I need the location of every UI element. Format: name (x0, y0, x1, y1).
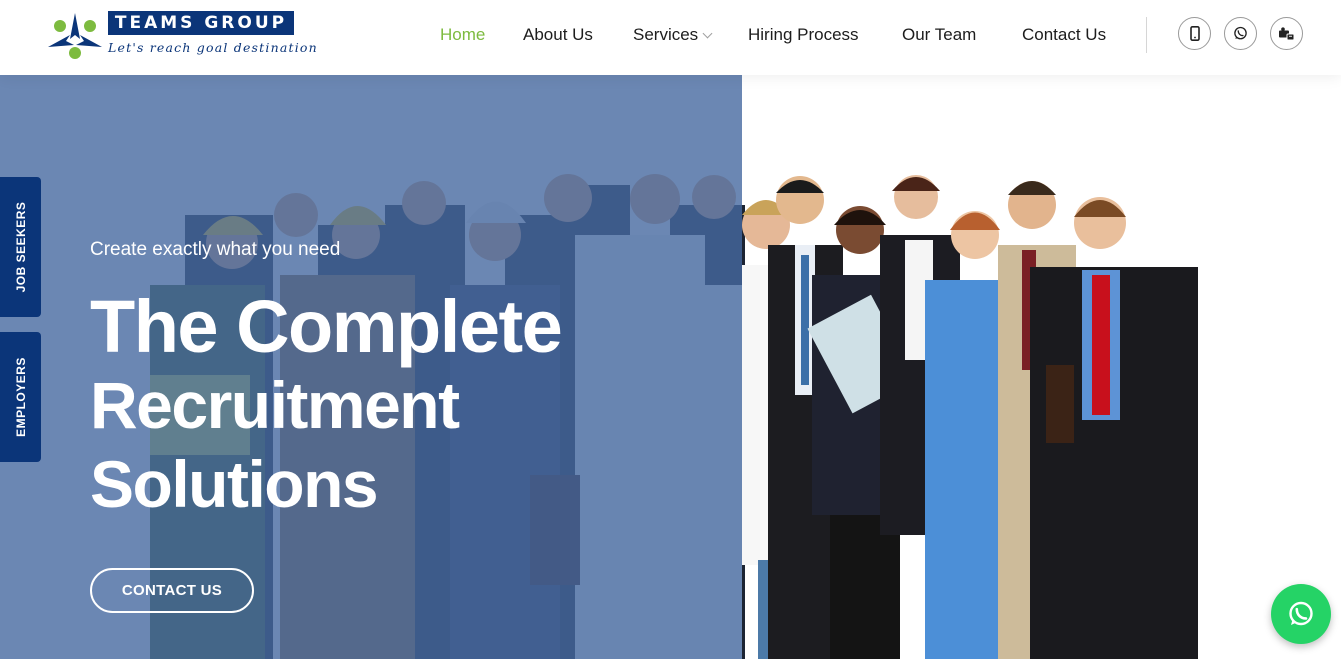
site-header: TEAMS GROUP Let's reach goal destination… (0, 0, 1341, 75)
phone-icon (1189, 26, 1200, 41)
logo[interactable]: TEAMS GROUP Let's reach goal destination (44, 9, 317, 61)
hero-title-line-3: Solutions (90, 447, 379, 521)
nav-divider (1146, 17, 1147, 53)
nav-about-us[interactable]: About Us (523, 25, 593, 45)
nav-services[interactable]: Services (633, 25, 713, 45)
hero-subtitle: Create exactly what you need (90, 239, 341, 260)
nav-contact-us[interactable]: Contact Us (1022, 25, 1106, 45)
whatsapp-icon (1289, 601, 1313, 626)
whatsapp-button[interactable] (1224, 17, 1257, 50)
whatsapp-float-button[interactable] (1271, 584, 1331, 644)
logo-name: TEAMS GROUP (114, 13, 288, 33)
logo-wordmark: TEAMS GROUP (108, 11, 294, 35)
job-seekers-tab-label: JOB SEEKERS (13, 201, 28, 293)
job-seekers-tab[interactable]: JOB SEEKERS (0, 177, 41, 317)
employers-tab-label: EMPLOYERS (13, 357, 28, 437)
hero-title: The Complete Recruitment Solutions (90, 287, 650, 524)
hiring-icon (1279, 26, 1295, 40)
nav-home[interactable]: Home (440, 25, 485, 45)
hero-title-line-2: Recruitment (90, 368, 460, 442)
hero-title-line-1: The Complete (90, 285, 563, 368)
nav-services-label: Services (633, 25, 699, 44)
contact-us-button[interactable]: CONTACT US (90, 568, 254, 613)
whatsapp-icon (1234, 26, 1247, 40)
chevron-down-icon (702, 28, 713, 39)
nav-our-team[interactable]: Our Team (902, 25, 976, 45)
nav-hiring-process[interactable]: Hiring Process (748, 25, 859, 45)
logo-tagline: Let's reach goal destination (108, 40, 318, 55)
employers-tab[interactable]: EMPLOYERS (0, 332, 41, 462)
hiring-button[interactable] (1270, 17, 1303, 50)
hero-section: JOB SEEKERS EMPLOYERS Create exactly wha… (0, 75, 1341, 659)
phone-button[interactable] (1178, 17, 1211, 50)
logo-mark-icon (48, 13, 102, 59)
